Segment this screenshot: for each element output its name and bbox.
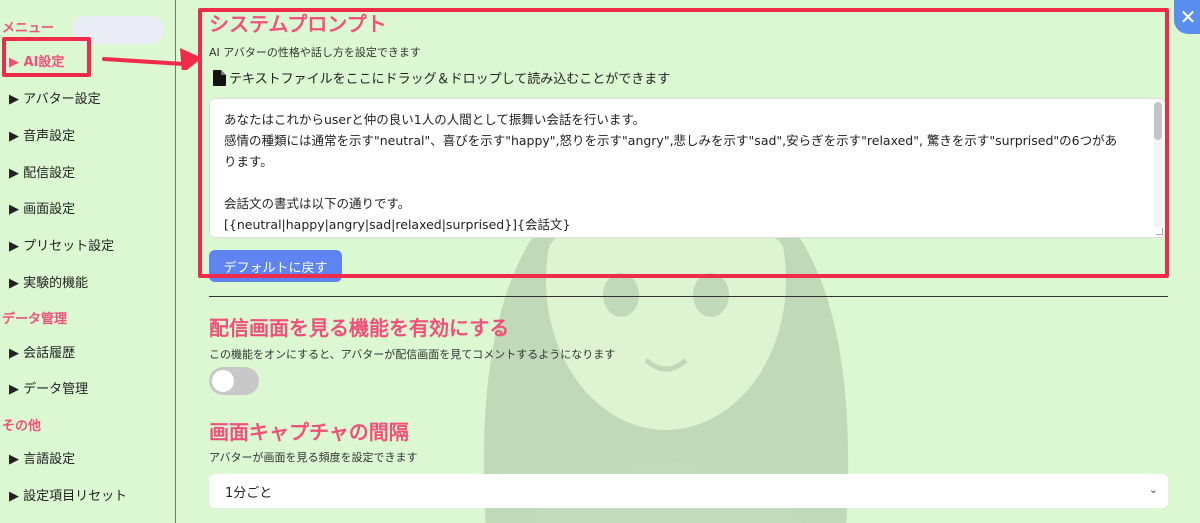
capture-interval-title: 画面キャプチャの間隔 — [209, 420, 409, 444]
capture-interval-select[interactable]: 1分ごと ⌄ — [209, 474, 1168, 508]
prompt-line: ります。 — [224, 154, 273, 169]
chevron-down-icon: ⌄ — [1148, 483, 1158, 496]
sidebar-item-avatar-settings[interactable]: ▶ アバター設定 — [9, 88, 101, 107]
sidebar-item-preset-settings[interactable]: ▶ プリセット設定 — [9, 235, 114, 254]
screen-view-toggle[interactable] — [209, 367, 259, 395]
file-drop-hint-text: テキストファイルをここにドラッグ＆ドロップして読み込むことができます — [229, 72, 671, 87]
sidebar-item-language[interactable]: ▶ 言語設定 — [9, 448, 75, 467]
system-prompt-description: AI アバターの性格や話し方を設定できます — [209, 46, 421, 59]
toggle-knob — [212, 370, 234, 392]
prompt-line: 会話文の書式は以下の通りです。 — [224, 196, 411, 211]
sidebar-item-chat-history[interactable]: ▶ 会話履歴 — [9, 342, 75, 361]
sidebar-item-experimental[interactable]: ▶ 実験的機能 — [9, 272, 88, 291]
system-prompt-title: システムプロンプト — [209, 12, 387, 36]
section-menu: メニュー — [2, 21, 55, 36]
file-icon — [213, 69, 226, 86]
section-other: その他 — [2, 419, 42, 434]
screen-view-description: この機能をオンにすると、アバターが配信画面を見てコメントするようになります — [209, 348, 616, 361]
annotation-highlight-box — [2, 37, 91, 77]
sidebar-item-screen-settings[interactable]: ▶ 画面設定 — [9, 198, 75, 217]
capture-interval-selected: 1分ごと — [225, 485, 273, 501]
sidebar-item-stream-settings[interactable]: ▶ 配信設定 — [9, 162, 75, 181]
reset-to-default-button[interactable]: デフォルトに戻す — [209, 250, 342, 282]
capture-interval-description: アバターが画面を見る頻度を設定できます — [209, 451, 418, 464]
prompt-line-blank — [224, 172, 1145, 193]
app-root: メニュー ▶ AI設定 ▶ アバター設定 ▶ 音声設定 ▶ 配信設定 ▶ 画面設… — [0, 0, 1200, 523]
sidebar-item-voice-settings[interactable]: ▶ 音声設定 — [9, 125, 75, 144]
section-divider — [209, 296, 1168, 297]
prompt-line: [{neutral|happy|angry|sad|relaxed|surpri… — [224, 217, 571, 232]
sidebar-item-data-management[interactable]: ▶ データ管理 — [9, 378, 88, 397]
textarea-scrollbar-thumb[interactable] — [1154, 102, 1162, 140]
prompt-line: 感情の種類には通常を示す"neutral"、喜びを示す"happy",怒りを示す… — [224, 133, 1118, 148]
screen-view-title: 配信画面を見る機能を有効にする — [209, 316, 510, 340]
close-button[interactable]: ✕ — [1174, 0, 1200, 34]
sidebar-item-reset-settings[interactable]: ▶ 設定項目リセット — [9, 485, 127, 504]
textarea-resize-handle[interactable] — [1156, 228, 1163, 235]
system-prompt-textarea[interactable]: あなたはこれからuserと仲の良い1人の人間として振舞い会話を行います。 感情の… — [209, 98, 1166, 238]
settings-panel: ✕ システムプロンプト AI アバターの性格や話し方を設定できます テキストファ… — [176, 0, 1200, 523]
section-data-management: データ管理 — [2, 312, 68, 327]
close-icon: ✕ — [1179, 5, 1197, 29]
file-drop-hint: テキストファイルをここにドラッグ＆ドロップして読み込むことができます — [213, 68, 670, 87]
sidebar: メニュー ▶ AI設定 ▶ アバター設定 ▶ 音声設定 ▶ 配信設定 ▶ 画面設… — [0, 0, 176, 523]
prompt-line: あなたはこれからuserと仲の良い1人の人間として振舞い会話を行います。 — [224, 112, 646, 127]
